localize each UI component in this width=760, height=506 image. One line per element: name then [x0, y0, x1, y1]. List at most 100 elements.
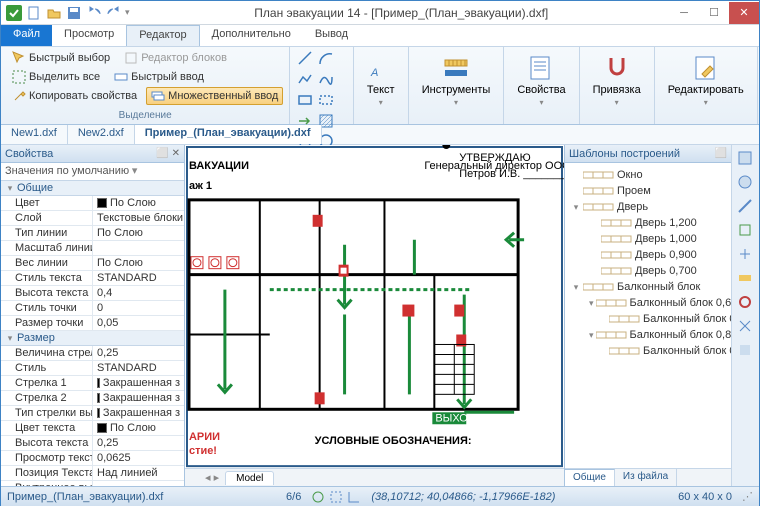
- tree-node[interactable]: Дверь 0,900: [567, 247, 729, 263]
- side-btn-7[interactable]: [734, 291, 756, 313]
- prop-row[interactable]: Размер точки0,05: [1, 316, 184, 331]
- menubar: Файл Просмотр Редактор Дополнительно Выв…: [1, 25, 759, 47]
- prop-row[interactable]: Позиция Текста поНад линией: [1, 466, 184, 481]
- property-grid[interactable]: ▾ОбщиеЦветПо СлоюСлойТекстовые блокиТип …: [1, 181, 184, 486]
- prop-row[interactable]: СтильSTANDARD: [1, 361, 184, 376]
- sheet-tab[interactable]: Model: [225, 471, 274, 485]
- tree-node[interactable]: ▾Балконный блок: [567, 279, 729, 295]
- select-all-button[interactable]: Выделить все: [7, 68, 105, 86]
- props-sub[interactable]: Значения по умолчанию ▾: [1, 163, 184, 181]
- tools-button[interactable]: Инструменты▾: [415, 49, 498, 112]
- quick-input-button[interactable]: Быстрый ввод: [109, 68, 209, 86]
- line-icon[interactable]: [296, 49, 314, 67]
- status-coords: (38,10712; 40,04866; -1,17966E-182): [371, 491, 555, 503]
- output-menu[interactable]: Вывод: [303, 25, 360, 46]
- side-btn-3[interactable]: [734, 195, 756, 217]
- tree-node[interactable]: Дверь 1,200: [567, 215, 729, 231]
- close-button[interactable]: ✕: [729, 2, 759, 24]
- prop-row[interactable]: Тип стрелки выносЗакрашенная з: [1, 406, 184, 421]
- prop-row[interactable]: Цвет текстаПо Слою: [1, 421, 184, 436]
- redo-icon[interactable]: [105, 4, 123, 22]
- properties-panel: Свойства⬜ ✕ Значения по умолчанию ▾ ▾Общ…: [1, 145, 185, 486]
- multi-input-button[interactable]: Множественный ввод: [146, 87, 283, 105]
- tree-node[interactable]: ▾Дверь: [567, 199, 729, 215]
- copy-props-button[interactable]: Копировать свойства: [7, 87, 142, 105]
- prop-row[interactable]: СлойТекстовые блоки: [1, 211, 184, 226]
- svg-text:A: A: [370, 67, 378, 79]
- prop-row[interactable]: Стиль точки0: [1, 301, 184, 316]
- new-icon[interactable]: [25, 4, 43, 22]
- tree-node[interactable]: Балконный блок 0,8: [567, 343, 729, 359]
- tree-node[interactable]: Проем: [567, 183, 729, 199]
- arc-icon[interactable]: [317, 49, 335, 67]
- side-btn-8[interactable]: [734, 315, 756, 337]
- status-count: 6/6: [286, 491, 301, 503]
- doctab-3[interactable]: Пример_(План_эвакуации).dxf: [135, 125, 322, 144]
- templates-header: Шаблоны построений⬜: [565, 145, 731, 163]
- side-btn-9[interactable]: [734, 339, 756, 361]
- ribbon-group-selection: Быстрый выбор Редактор блоков Выделить в…: [1, 47, 290, 124]
- titlebar: ▾ План эвакуации 14 - [Пример_(План_эвак…: [1, 1, 759, 25]
- undo-icon[interactable]: [85, 4, 103, 22]
- tree-node[interactable]: Окно: [567, 167, 729, 183]
- ribbon: Быстрый выбор Редактор блоков Выделить в…: [1, 47, 759, 125]
- prop-row[interactable]: Высота текста0,4: [1, 286, 184, 301]
- rect-icon[interactable]: [296, 91, 314, 109]
- group-label: Выделение: [7, 109, 283, 122]
- prop-row[interactable]: Стрелка 1Закрашенная з: [1, 376, 184, 391]
- side-btn-4[interactable]: [734, 219, 756, 241]
- spline-icon[interactable]: [317, 70, 335, 88]
- prop-row[interactable]: Масштаб линии: [1, 241, 184, 256]
- side-btn-2[interactable]: [734, 171, 756, 193]
- save-icon[interactable]: [65, 4, 83, 22]
- prop-group-header[interactable]: ▾Общие: [1, 181, 184, 196]
- side-btn-6[interactable]: [734, 267, 756, 289]
- polyline-icon[interactable]: [296, 70, 314, 88]
- prop-row[interactable]: Тип линииПо Слою: [1, 226, 184, 241]
- svg-text:стие!: стие!: [189, 445, 217, 457]
- props-button[interactable]: Свойства▾: [510, 49, 572, 112]
- drawing-svg: ВАКУАЦИИ аж 1 УТВЕРЖДАЮ Генеральный дире…: [185, 145, 564, 485]
- snap-button[interactable]: Привязка▾: [586, 49, 648, 112]
- prop-row[interactable]: Высота текста0,25: [1, 436, 184, 451]
- open-icon[interactable]: [45, 4, 63, 22]
- tree-node[interactable]: Балконный блок 0,8 + 0,6: [567, 311, 729, 327]
- editor-menu[interactable]: Редактор: [126, 25, 199, 46]
- rtab-general[interactable]: Общие: [565, 469, 615, 486]
- extra-menu[interactable]: Дополнительно: [200, 25, 303, 46]
- resize-grip-icon[interactable]: ⋰: [742, 490, 753, 503]
- quick-select-button[interactable]: Быстрый выбор: [7, 49, 115, 67]
- tree-node[interactable]: Дверь 0,700: [567, 263, 729, 279]
- file-menu[interactable]: Файл: [1, 25, 52, 46]
- prop-row[interactable]: Просмотр текста0,0625: [1, 451, 184, 466]
- templates-tree[interactable]: ОкноПроем▾ДверьДверь 1,200Дверь 1,000Две…: [565, 163, 731, 468]
- workspace: Свойства⬜ ✕ Значения по умолчанию ▾ ▾Общ…: [1, 145, 759, 486]
- prop-row[interactable]: Стиль текстаSTANDARD: [1, 271, 184, 286]
- rect-dash-icon[interactable]: [317, 91, 335, 109]
- side-btn-5[interactable]: [734, 243, 756, 265]
- side-btn-1[interactable]: [734, 147, 756, 169]
- edit-button[interactable]: Редактировать▾: [661, 49, 751, 112]
- text-button[interactable]: AТекст▾: [360, 49, 402, 112]
- tree-node[interactable]: Дверь 1,000: [567, 231, 729, 247]
- tree-node[interactable]: ▾Балконный блок 0,6 + 0,6: [567, 295, 729, 311]
- doctab-2[interactable]: New2.dxf: [68, 125, 135, 144]
- tree-node[interactable]: ▾Балконный блок 0,8 + 0,8: [567, 327, 729, 343]
- maximize-button[interactable]: ☐: [699, 2, 729, 24]
- rtab-fromfile[interactable]: Из файла: [615, 469, 677, 486]
- prop-row[interactable]: Величина стрелки0,25: [1, 346, 184, 361]
- canvas-area[interactable]: ВАКУАЦИИ аж 1 УТВЕРЖДАЮ Генеральный дире…: [185, 145, 565, 486]
- minimize-button[interactable]: ─: [669, 2, 699, 24]
- app-icon[interactable]: [5, 4, 23, 22]
- status-dims: 60 x 40 x 0: [678, 491, 732, 503]
- view-menu[interactable]: Просмотр: [52, 25, 126, 46]
- prop-row[interactable]: Стрелка 2Закрашенная з: [1, 391, 184, 406]
- block-editor-button[interactable]: Редактор блоков: [119, 49, 232, 67]
- prop-row[interactable]: ЦветПо Слою: [1, 196, 184, 211]
- prop-row[interactable]: Вес линииПо Слою: [1, 256, 184, 271]
- status-icons: [311, 490, 361, 504]
- doctab-1[interactable]: New1.dxf: [1, 125, 68, 144]
- prop-row[interactable]: Внутреннее выравн: [1, 481, 184, 486]
- prop-group-header[interactable]: ▾Размер: [1, 331, 184, 346]
- svg-text:УСЛОВНЫЕ ОБОЗНАЧЕНИЯ:: УСЛОВНЫЕ ОБОЗНАЧЕНИЯ:: [315, 435, 472, 447]
